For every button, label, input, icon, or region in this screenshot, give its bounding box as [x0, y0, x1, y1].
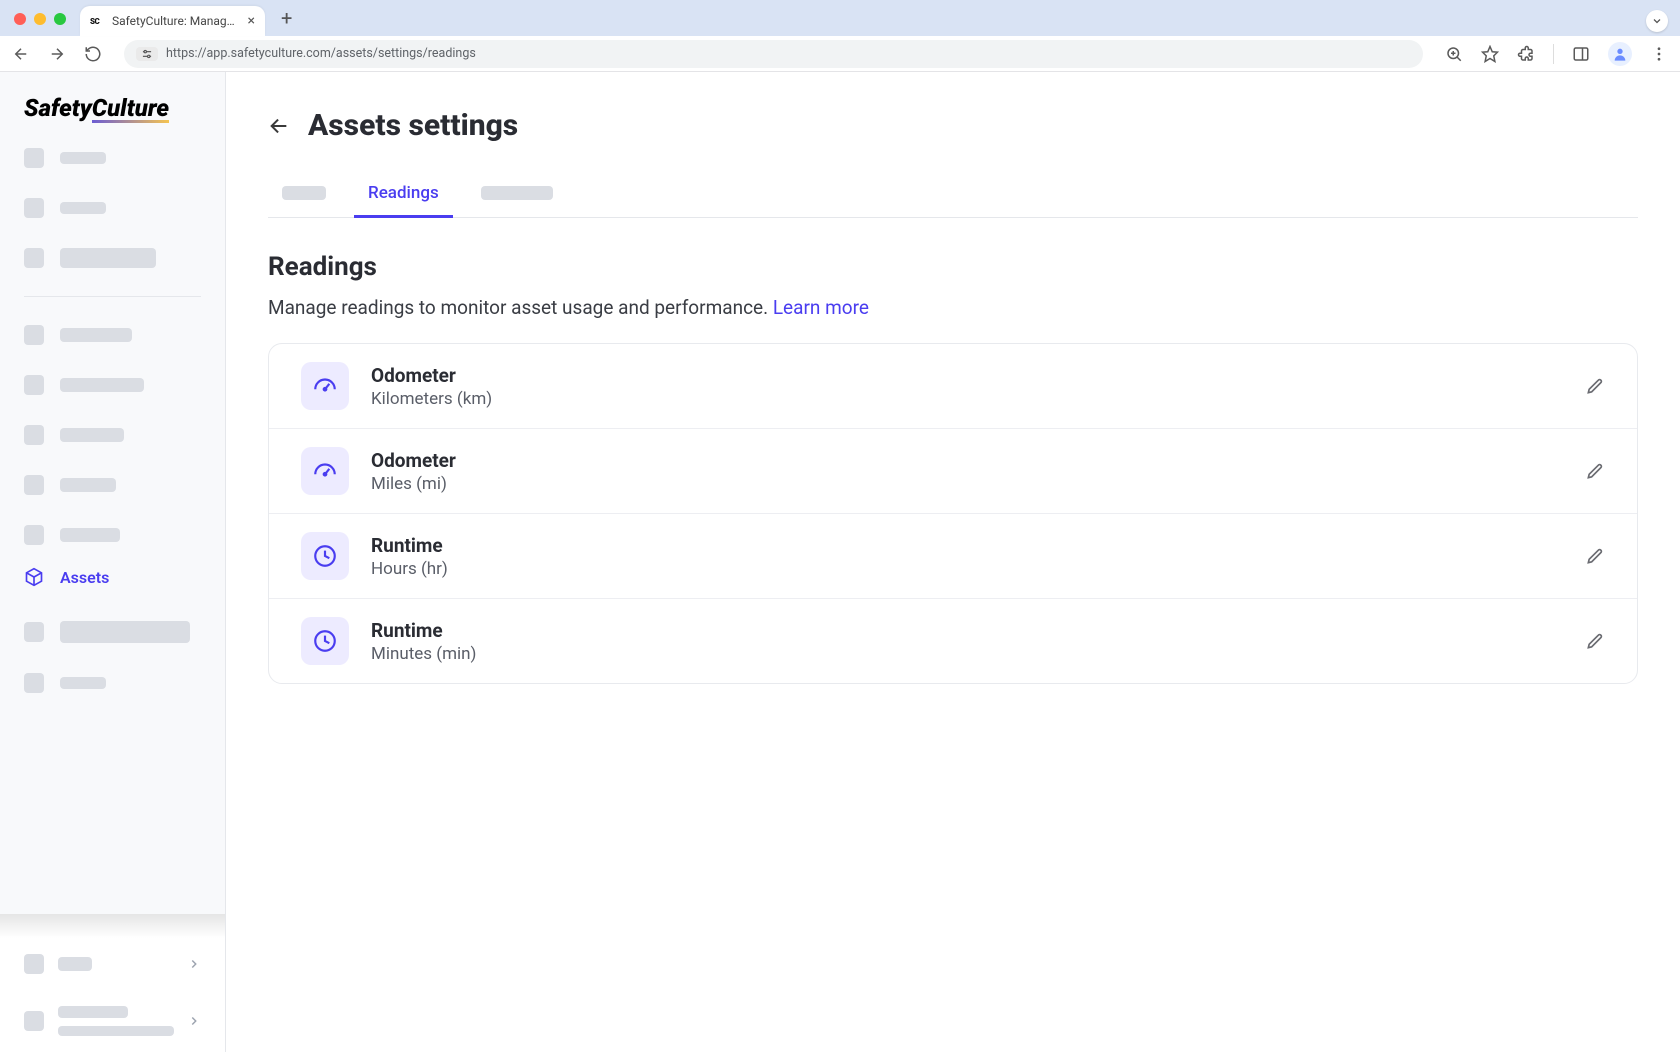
sidebar-item-skeleton	[24, 475, 201, 495]
browser-toolbar: https://app.safetyculture.com/assets/set…	[0, 36, 1680, 72]
edit-button[interactable]	[1585, 631, 1605, 651]
readings-list: Odometer Kilometers (km) Odometer Miles …	[268, 343, 1638, 684]
sidebar-item-skeleton	[24, 375, 201, 395]
extensions-icon[interactable]	[1517, 45, 1535, 63]
zoom-icon[interactable]	[1445, 45, 1463, 63]
bookmark-icon[interactable]	[1481, 45, 1499, 63]
profile-button[interactable]	[1608, 42, 1632, 66]
sidebar-item-assets[interactable]: Assets	[0, 555, 225, 599]
edit-button[interactable]	[1585, 461, 1605, 481]
menu-icon[interactable]	[1650, 45, 1668, 63]
tab-skeleton[interactable]	[481, 176, 553, 214]
edit-button[interactable]	[1585, 376, 1605, 396]
new-tab-button[interactable]: +	[281, 6, 292, 30]
window-minimize-icon[interactable]	[34, 13, 46, 25]
close-icon[interactable]: ×	[248, 13, 255, 29]
sidebar-item-skeleton	[24, 673, 201, 693]
section-heading: Readings	[268, 252, 1638, 282]
back-arrow-button[interactable]	[268, 115, 290, 137]
tabs: Readings	[268, 173, 1638, 218]
page-title: Assets settings	[308, 108, 518, 143]
edit-button[interactable]	[1585, 546, 1605, 566]
reading-unit: Hours (hr)	[371, 559, 1563, 579]
main-content: Assets settings Readings Readings Manage…	[226, 72, 1680, 1052]
sidebar-item-skeleton	[24, 148, 201, 168]
address-bar[interactable]: https://app.safetyculture.com/assets/set…	[124, 40, 1423, 68]
reading-name: Runtime	[371, 619, 1563, 642]
tab-readings[interactable]: Readings	[368, 173, 439, 217]
sidebar-section-bottom	[0, 599, 225, 703]
sidebar-item-skeleton	[24, 621, 201, 643]
site-settings-icon[interactable]	[136, 47, 158, 61]
tab-overflow-button[interactable]	[1646, 10, 1668, 32]
clock-icon	[301, 617, 349, 665]
gauge-icon	[301, 447, 349, 495]
reload-button[interactable]	[84, 45, 102, 63]
chevron-right-icon	[187, 1014, 201, 1028]
learn-more-link[interactable]: Learn more	[773, 296, 869, 319]
reading-row: Odometer Miles (mi)	[269, 429, 1637, 514]
sidebar-item-skeleton	[24, 325, 201, 345]
sidebar-section-middle	[0, 315, 225, 555]
sidebar-footer	[0, 914, 225, 1052]
browser-tab[interactable]: SC SafetyCulture: Manage Teams and… ×	[80, 6, 265, 36]
reading-name: Odometer	[371, 449, 1563, 472]
section-description: Manage readings to monitor asset usage a…	[268, 296, 1638, 319]
favicon-icon: SC	[90, 17, 104, 26]
gauge-icon	[301, 362, 349, 410]
tab-title: SafetyCulture: Manage Teams and…	[112, 14, 240, 28]
browser-actions	[1445, 42, 1668, 66]
panel-icon[interactable]	[1572, 45, 1590, 63]
back-button[interactable]	[12, 45, 30, 63]
sidebar-footer-item[interactable]	[0, 938, 225, 990]
reading-name: Runtime	[371, 534, 1563, 557]
sidebar: SafetyCulture Assets	[0, 72, 226, 1052]
window-close-icon[interactable]	[14, 13, 26, 25]
sidebar-item-skeleton	[24, 248, 201, 268]
app-container: SafetyCulture Assets	[0, 72, 1680, 1052]
chevron-right-icon	[187, 957, 201, 971]
reading-row: Runtime Minutes (min)	[269, 599, 1637, 683]
sidebar-divider	[24, 296, 201, 297]
sidebar-section-top	[0, 138, 225, 278]
sidebar-item-label: Assets	[60, 568, 109, 587]
tab-skeleton[interactable]	[282, 176, 326, 214]
sidebar-item-skeleton	[24, 198, 201, 218]
sidebar-footer-item[interactable]	[0, 990, 225, 1052]
sidebar-item-skeleton	[24, 425, 201, 445]
reading-unit: Kilometers (km)	[371, 389, 1563, 409]
page-header: Assets settings	[268, 108, 1638, 143]
window-maximize-icon[interactable]	[54, 13, 66, 25]
window-controls	[14, 13, 66, 25]
reading-unit: Minutes (min)	[371, 644, 1563, 664]
clock-icon	[301, 532, 349, 580]
sidebar-item-skeleton	[24, 525, 201, 545]
brand-logo[interactable]: SafetyCulture	[0, 72, 225, 138]
url-text: https://app.safetyculture.com/assets/set…	[166, 46, 476, 61]
browser-tab-strip: SC SafetyCulture: Manage Teams and… × +	[0, 0, 1680, 36]
forward-button[interactable]	[48, 45, 66, 63]
reading-row: Runtime Hours (hr)	[269, 514, 1637, 599]
reading-name: Odometer	[371, 364, 1563, 387]
cube-icon	[24, 567, 44, 587]
reading-row: Odometer Kilometers (km)	[269, 344, 1637, 429]
reading-unit: Miles (mi)	[371, 474, 1563, 494]
